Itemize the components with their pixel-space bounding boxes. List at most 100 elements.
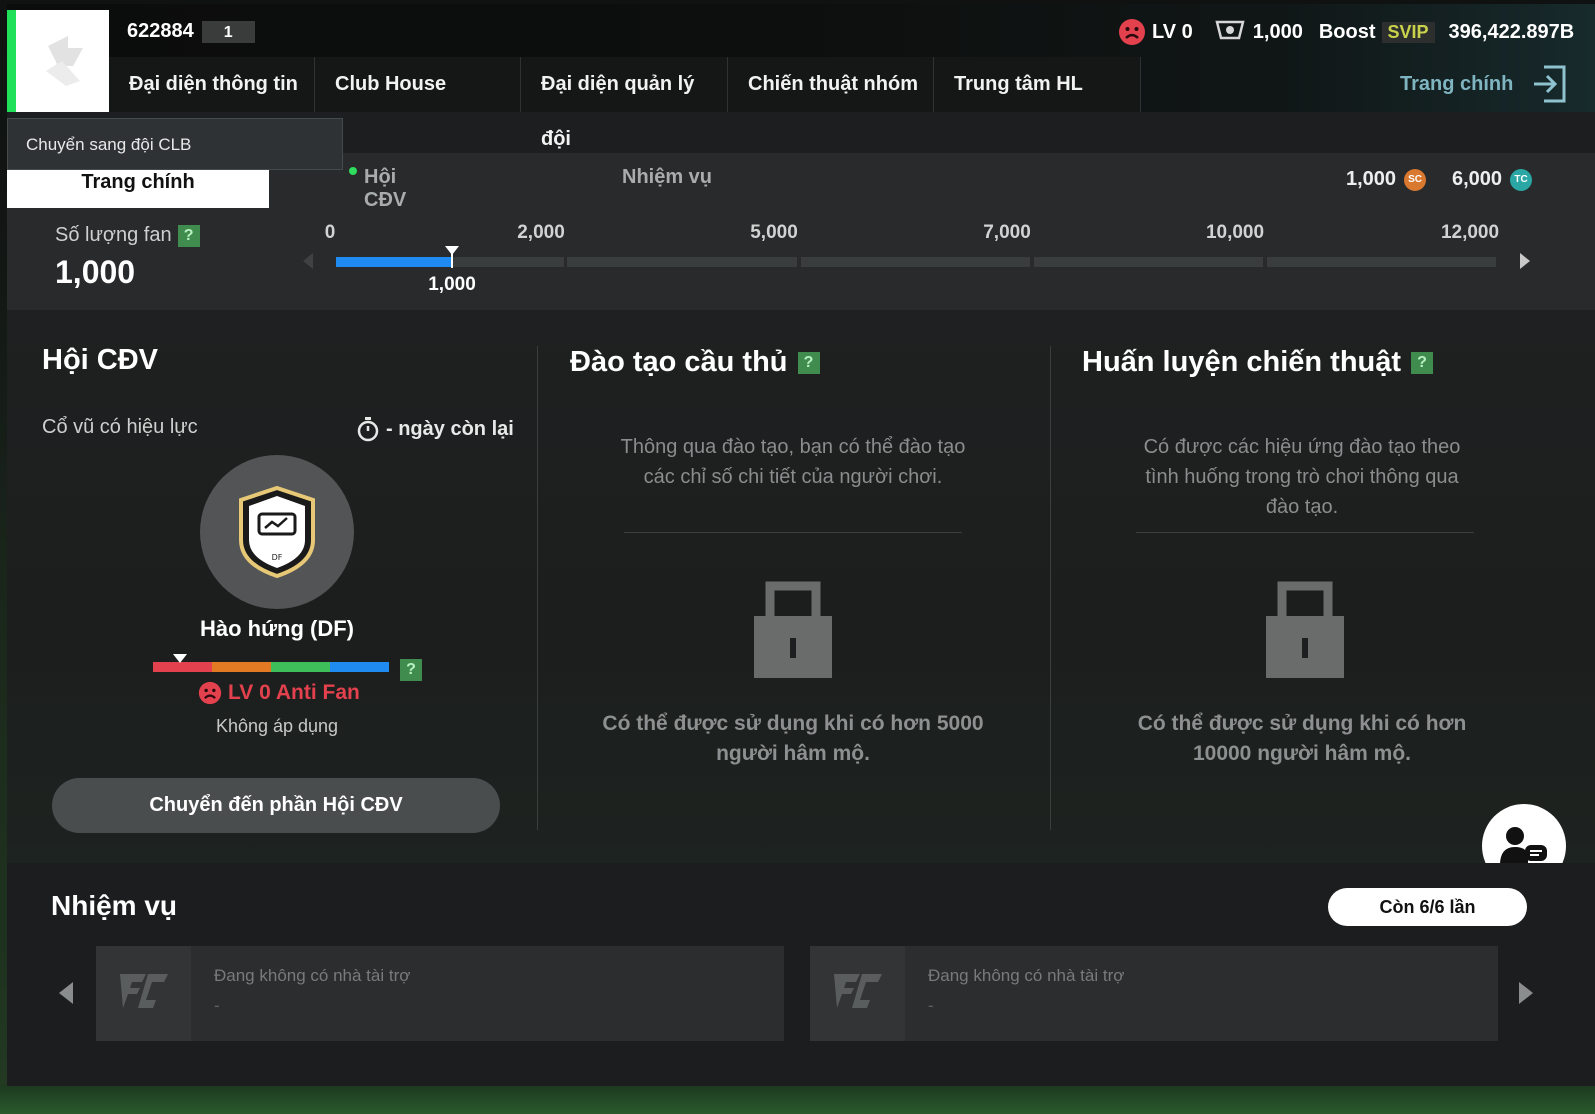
nav-club-house[interactable]: Club House [315,57,521,112]
mood-bar-blue [330,662,389,672]
training-title: Đào tạo cầu thủ ? [570,346,820,379]
fan-progress-fill [336,257,452,267]
club-number: 1 [201,20,255,43]
divider [1136,532,1474,533]
mood-bar-orange [212,662,271,672]
level-text: LV 0 [1152,20,1193,43]
boost-label: Boost [1318,20,1376,43]
tab-home[interactable]: Trang chính [7,170,269,208]
tactics-desc-line: đào tạo. [1265,496,1339,518]
fan-count-label-text: Số lượng fan [55,224,172,246]
mission-card-text: Đang không có nhà tài trợ [214,966,411,985]
progress-track-segment [801,257,1030,267]
current-fan-value: 1,000 [428,274,476,295]
tc-coin-icon: TC [1510,168,1533,191]
goto-fan-club-button[interactable]: Chuyển đến phần Hội CĐV [52,778,500,833]
notification-dot [349,167,357,175]
tick-label: 0 [324,222,336,243]
anti-fan-level: LV 0 Anti Fan [198,681,360,705]
switch-team-dropdown[interactable]: Chuyển sang đội CLB [7,118,343,170]
fan-club-title: Hội CĐV [42,344,158,377]
club-id: 622884 1 [127,20,255,43]
fc-logo-icon [833,973,882,1008]
badge-text: DF [272,553,283,562]
effect-label: Cổ vũ có hiệu lực [42,416,198,438]
trophy-icon [1215,20,1245,40]
exit-icon[interactable] [1530,63,1568,105]
missions-title: Nhiệm vụ [51,890,178,921]
tab-fan-club[interactable]: Hội CĐV [364,166,406,212]
nav-training-center[interactable]: Trung tâm HL [934,57,1141,112]
mood-bar [153,662,389,672]
lock-icon [1266,581,1344,678]
fc-logo-icon [119,973,168,1008]
tactics-description: Có được các hiệu ứng đào tạo theo tình h… [1072,432,1532,522]
trophy-count: 1,000 [1252,20,1303,43]
nav-team-manager[interactable]: Đại diện quản lý đội [521,57,728,150]
anti-fan-level-text: LV 0 Anti Fan [228,681,360,704]
bottom-edge [0,1086,1595,1114]
tick-label: 7,000 [983,222,1031,243]
shield-badge-icon: DF [239,485,315,579]
tick-label: 10,000 [1205,222,1265,243]
missions-next-arrow[interactable] [1519,982,1533,1004]
progress-left-arrow[interactable] [303,253,313,269]
home-link[interactable]: Trang chính [1400,57,1513,112]
training-desc-line: Thông qua đào tạo, bạn có thể đào tạo [620,436,966,458]
balance-text: 396,422.897B [1448,20,1575,43]
mission-card-sub: - [928,996,934,1015]
club-crest[interactable] [7,10,109,112]
main-nav: Đại diện thông tin đội Club House Đại di… [109,57,1141,150]
progress-track-segment [1267,257,1496,267]
training-title-text: Đào tạo cầu thủ [570,346,788,378]
days-left: - ngày còn lại [356,416,514,442]
fan-count-label: Số lượng fan ? [55,224,200,247]
training-desc-line: các chỉ số chi tiết của người chơi. [643,466,943,488]
days-left-text: - ngày còn lại [386,417,514,440]
tactics-unlock-text: Có thể được sử dụng khi có hơn 10000 ngư… [1072,709,1532,769]
mission-card-sub: - [214,996,220,1015]
not-applicable-text: Không áp dụng [215,716,339,736]
tc-value: 6,000 [1452,168,1503,190]
mood-badge[interactable]: DF [200,455,354,609]
stopwatch-icon [357,417,379,442]
training-description: Thông qua đào tạo, bạn có thể đào tạo cá… [560,432,1026,492]
tactics-unlock-line: 10000 người hâm mộ. [1192,742,1412,765]
mood-marker [173,654,187,663]
mission-card[interactable]: Đang không có nhà tài trợ - [96,946,784,1041]
tick-label: 12,000 [1440,222,1500,243]
mood-name: Hào hứng (DF) [199,616,355,641]
missions-remaining-badge: Còn 6/6 lần [1328,888,1527,926]
nav-team-info[interactable]: Đại diện thông tin đội [109,57,315,150]
mission-card-text: Đang không có nhà tài trợ [928,966,1125,985]
mood-bar-green [271,662,330,672]
training-unlock-line: Có thể được sử dụng khi có hơn 5000 [602,712,984,735]
missions-prev-arrow[interactable] [59,982,73,1004]
divider [624,532,962,533]
fan-help-icon[interactable]: ? [177,224,200,247]
tick-label: 5,000 [750,222,798,243]
status-bar: LV 0 1,000 Boost SVIP 396,422.897B [1118,16,1574,48]
training-help-icon[interactable]: ? [797,351,820,374]
tactics-title-text: Huấn luyện chiến thuật [1082,346,1402,378]
sponsor-logo [810,946,905,1041]
progress-track-segment [567,257,797,267]
tactics-desc-line: Có được các hiệu ứng đào tạo theo [1143,436,1461,458]
tab-missions[interactable]: Nhiệm vụ [622,166,712,189]
nav-team-tactics[interactable]: Chiến thuật nhóm [728,57,934,112]
sc-value: 1,000 [1346,168,1397,190]
mission-card[interactable]: Đang không có nhà tài trợ - [810,946,1498,1041]
sc-coin-icon: SC [1404,168,1427,191]
lock-icon [754,581,832,678]
club-id-text: 622884 [127,20,194,42]
tactics-unlock-line: Có thể được sử dụng khi có hơn [1137,712,1467,735]
fan-count-value: 1,000 [55,254,136,290]
mood-help-icon[interactable]: ? [400,659,422,681]
training-unlock-text: Có thể được sử dụng khi có hơn 5000 ngườ… [560,709,1026,769]
tactics-help-icon[interactable]: ? [1411,351,1434,374]
sponsor-logo [96,946,191,1041]
progress-right-arrow[interactable] [1520,253,1530,269]
training-unlock-line: người hâm mộ. [716,742,870,765]
fan-club-title-text: Hội CĐV [42,344,158,376]
club-crest-icon [45,36,83,86]
